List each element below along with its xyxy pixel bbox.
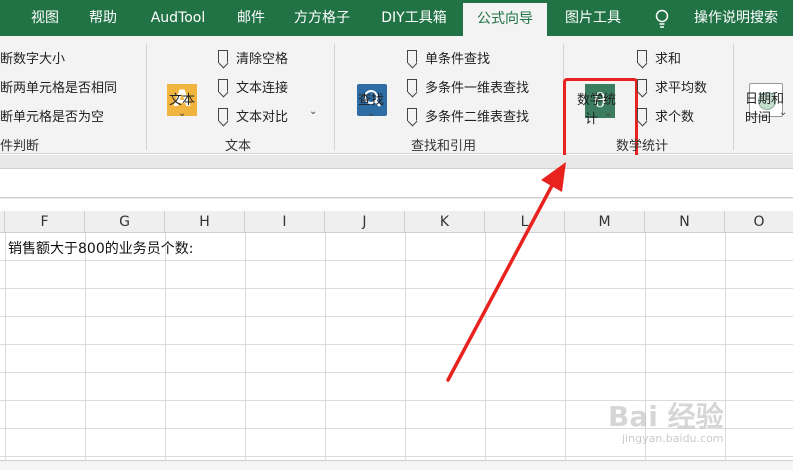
grid-line bbox=[565, 233, 566, 470]
tab-fangfanggezi[interactable]: 方方格子 bbox=[284, 0, 360, 36]
grid-line bbox=[0, 260, 793, 261]
ribbon-item-clear-spaces[interactable]: 清除空格 bbox=[236, 48, 288, 67]
ribbon-item-single-lookup[interactable]: 单条件查找 bbox=[425, 48, 490, 67]
tab-audtool[interactable]: AudTool bbox=[138, 0, 218, 36]
lookup-big-button-label[interactable]: 查找 bbox=[358, 89, 384, 108]
column-header-o[interactable]: O bbox=[725, 211, 793, 233]
grid-line bbox=[485, 233, 486, 470]
group-separator bbox=[733, 44, 734, 150]
bookmark-icon bbox=[637, 79, 647, 92]
grid-line bbox=[5, 233, 6, 470]
bookmark-icon bbox=[407, 50, 417, 63]
column-header-n[interactable]: N bbox=[645, 211, 725, 233]
tab-help[interactable]: 帮助 bbox=[80, 0, 126, 36]
help-search[interactable]: 操作说明搜索 bbox=[682, 0, 790, 36]
grid-line bbox=[725, 233, 726, 470]
bookmark-icon bbox=[407, 108, 417, 121]
watermark-logo: Bai 经验 bbox=[608, 400, 724, 433]
excel-window: { "tabs": ["视图", "帮助", "AudTool", "邮件", … bbox=[0, 0, 793, 470]
formula-input[interactable] bbox=[0, 168, 793, 198]
ribbon-panel: 断数字大小 断两单元格是否相同 断单元格是否为空 件判断 A 文本 ⌄ 清除空格… bbox=[0, 36, 793, 166]
ribbon-tab-bar: 视图 帮助 AudTool 邮件 方方格子 DIY工具箱 公式向导 图片工具 操… bbox=[0, 0, 793, 36]
bookmark-icon bbox=[218, 79, 228, 92]
ribbon-item-average[interactable]: 求平均数 bbox=[655, 77, 707, 96]
column-header-i[interactable]: I bbox=[245, 211, 325, 233]
column-header-f[interactable]: F bbox=[5, 211, 85, 233]
tab-view[interactable]: 视图 bbox=[22, 0, 68, 36]
chevron-down-icon: ⌄ bbox=[309, 106, 318, 117]
grid-line bbox=[0, 456, 793, 457]
tab-diy-toolbox[interactable]: DIY工具箱 bbox=[371, 0, 457, 36]
bookmark-icon bbox=[407, 79, 417, 92]
ribbon-item-compare-number[interactable]: 断数字大小 bbox=[0, 48, 65, 67]
grid-line bbox=[0, 316, 793, 317]
bookmark-icon bbox=[218, 108, 228, 121]
grid-line bbox=[0, 344, 793, 345]
group-label-text: 文本 bbox=[225, 139, 252, 154]
bookmark-icon bbox=[637, 50, 647, 63]
grid-line bbox=[325, 233, 326, 470]
formula-bar-area bbox=[0, 155, 793, 199]
ribbon-item-sum[interactable]: 求和 bbox=[655, 48, 681, 67]
watermark-url: jingyan.baidu.com bbox=[622, 432, 724, 445]
tab-mail[interactable]: 邮件 bbox=[228, 0, 274, 36]
column-header-k[interactable]: K bbox=[405, 211, 485, 233]
column-header-h[interactable]: H bbox=[165, 211, 245, 233]
text-big-button-label[interactable]: 文本 bbox=[169, 89, 195, 108]
sheet-bottom-bar bbox=[0, 460, 793, 470]
group-label-lookup: 查找和引用 bbox=[411, 139, 477, 154]
grid-line bbox=[165, 233, 166, 470]
date-big-button-label-2[interactable]: 时间 bbox=[745, 107, 771, 126]
tab-picture-tools[interactable]: 图片工具 bbox=[555, 0, 631, 36]
group-separator bbox=[334, 44, 335, 150]
group-label-condition: 件判断 bbox=[0, 139, 40, 154]
tab-formula-wizard[interactable]: 公式向导 bbox=[463, 3, 547, 36]
ribbon-item-multi-2d-lookup[interactable]: 多条件二维表查找 bbox=[425, 106, 529, 125]
ribbon-item-text-join[interactable]: 文本连接 bbox=[236, 77, 288, 96]
chevron-down-icon: ⌄ bbox=[178, 108, 187, 119]
chevron-down-icon: ⌄ bbox=[367, 108, 376, 119]
column-header-l[interactable]: L bbox=[485, 211, 565, 233]
ribbon-item-cell-empty[interactable]: 断单元格是否为空 bbox=[0, 106, 104, 125]
column-header-g[interactable]: G bbox=[85, 211, 165, 233]
grid-line bbox=[0, 372, 793, 373]
grid-line bbox=[405, 233, 406, 470]
cell-f-text[interactable]: 销售额大于800的业务员个数: bbox=[8, 238, 193, 258]
grid-line bbox=[85, 233, 86, 470]
lightbulb-icon[interactable] bbox=[654, 9, 670, 29]
ribbon-item-text-compare[interactable]: 文本对比 bbox=[236, 106, 288, 125]
ribbon-item-compare-cells[interactable]: 断两单元格是否相同 bbox=[0, 77, 117, 96]
ribbon-item-count[interactable]: 求个数 bbox=[655, 106, 694, 125]
grid-line bbox=[245, 233, 246, 470]
column-header-j[interactable]: J bbox=[325, 211, 405, 233]
grid-line bbox=[0, 288, 793, 289]
chevron-down-icon: ⌄ bbox=[779, 107, 788, 118]
bookmark-icon bbox=[637, 108, 647, 121]
group-separator bbox=[146, 44, 147, 150]
ribbon-item-multi-1d-lookup[interactable]: 多条件一维表查找 bbox=[425, 77, 529, 96]
group-label-stats: 数学统计 bbox=[616, 139, 669, 154]
date-big-button-label-1[interactable]: 日期和 bbox=[745, 88, 784, 107]
bookmark-icon bbox=[218, 50, 228, 63]
column-header-m[interactable]: M bbox=[565, 211, 645, 233]
column-headers: F G H I J K L M N O bbox=[0, 211, 793, 233]
